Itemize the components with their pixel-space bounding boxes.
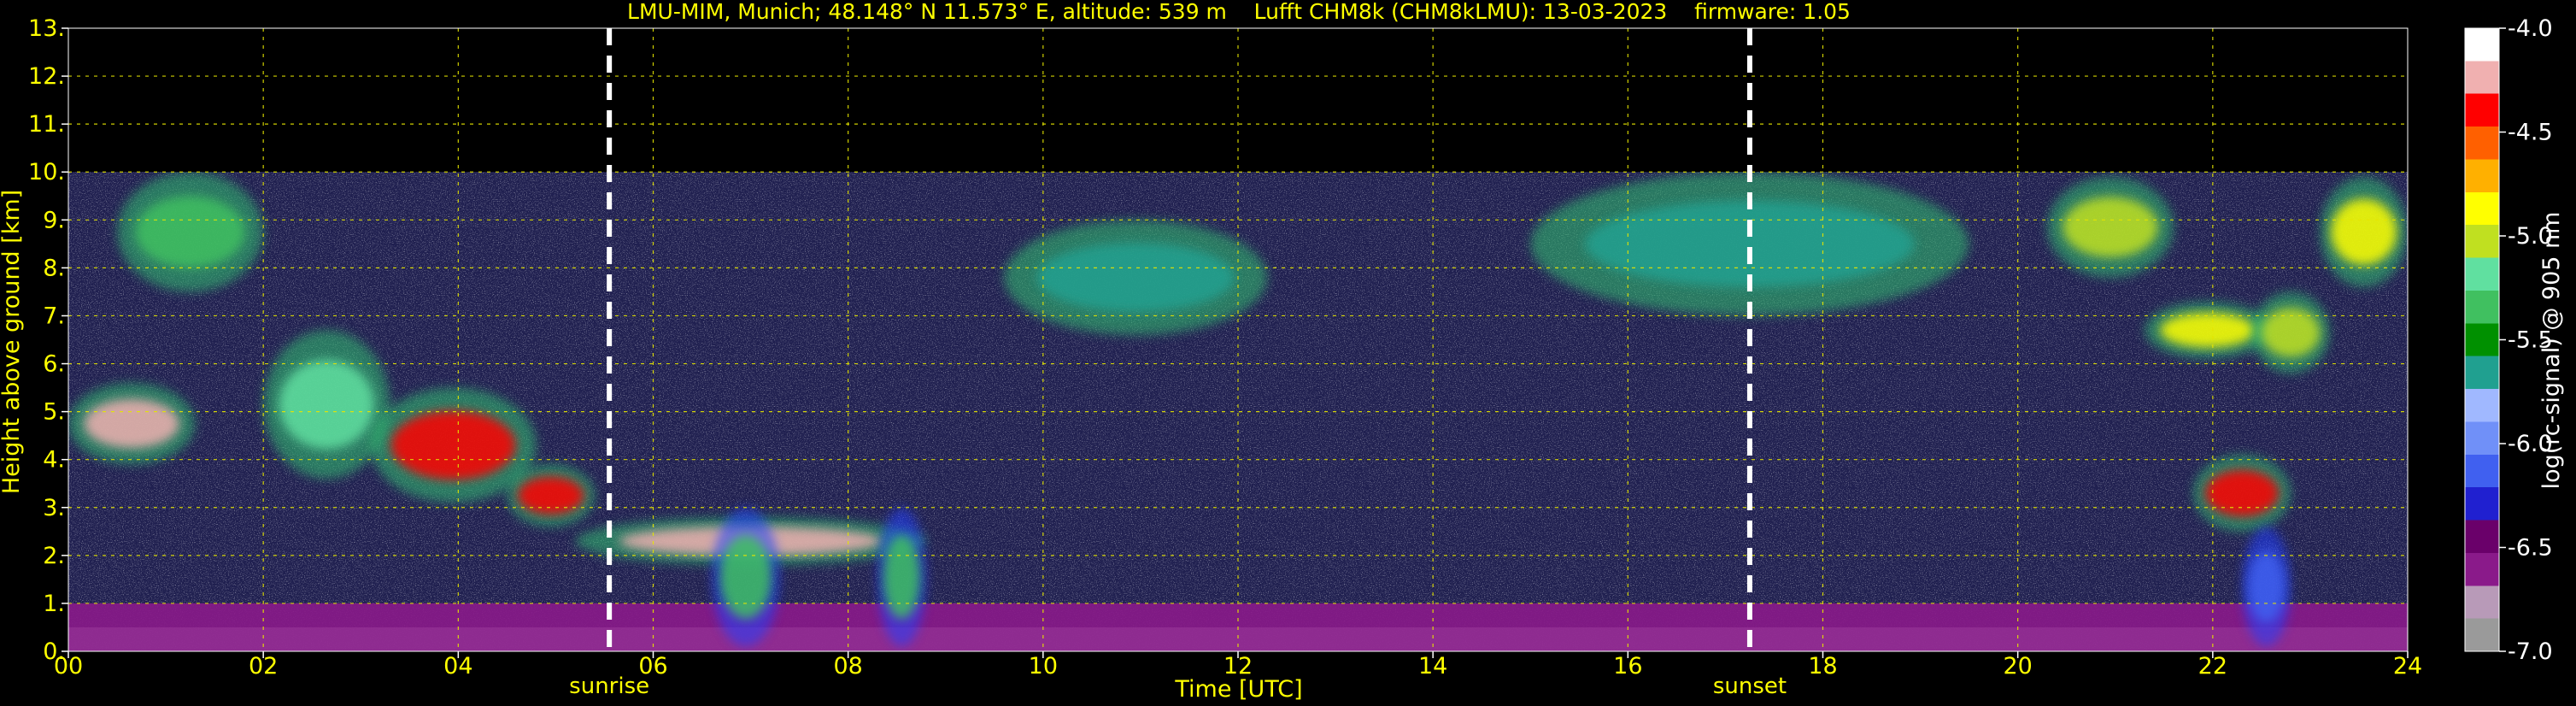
cloud-1 [84, 399, 179, 449]
y-tick-label: 11. [28, 111, 65, 138]
ceilometer-chart: LMU-MIM, Munich; 48.148° N 11.573° E, al… [0, 0, 2565, 703]
y-tick-label: 1. [43, 591, 65, 617]
chart-title: LMU-MIM, Munich; 48.148° N 11.573° E, al… [627, 0, 1851, 24]
y-axis-label: Height above ground [km] [0, 190, 25, 494]
colorbar-label: log(rc-signal) @ 905 nm [2538, 212, 2565, 490]
precipitation-6 [719, 535, 772, 619]
precipitation-16 [2248, 550, 2285, 623]
sunrise-label: sunrise [569, 674, 649, 699]
y-tick-label: 3. [43, 495, 65, 521]
cirrus-8 [135, 196, 245, 268]
cirrus-10 [1585, 200, 1915, 287]
y-tick-label: 7. [43, 303, 65, 329]
boundary-layer-core [68, 627, 2408, 651]
y-axis: 0. 1. 2. 3. 4. 5. 6. 7. 8. 9. 10. 11. 12. 13. [28, 15, 68, 665]
colorbar-tick-label: -6.5 [2508, 535, 2553, 562]
x-tick-label: 22 [2198, 653, 2227, 680]
colorbar-gradient [2464, 27, 2500, 652]
precipitation-7 [883, 535, 920, 619]
y-tick-label: 12. [28, 63, 65, 90]
x-tick-label: 08 [833, 653, 862, 680]
colorbar-tick-label: -7.0 [2508, 638, 2553, 665]
y-tick-label: 4. [43, 447, 65, 474]
x-tick-label: 02 [249, 653, 278, 680]
x-tick-label: 20 [2003, 653, 2032, 680]
x-axis-label: Time [UTC] [1174, 676, 1302, 703]
y-tick-label: 2. [43, 543, 65, 569]
x-tick-label: 24 [2393, 653, 2422, 680]
sunset-label: sunset [1713, 674, 1787, 699]
y-tick-label: 13. [28, 15, 65, 42]
x-tick-label: 14 [1418, 653, 1447, 680]
x-tick-label: 18 [1808, 653, 1837, 680]
colorbar-tick-label: -4.5 [2508, 120, 2553, 146]
y-tick-label: 0. [43, 638, 65, 665]
x-tick-label: 10 [1029, 653, 1058, 680]
cloud-2 [279, 360, 374, 450]
cloud-4 [518, 476, 584, 515]
y-tick-label: 5. [43, 399, 65, 426]
plot-area [67, 27, 2409, 652]
cirrus-14 [2331, 198, 2397, 266]
x-tick-label: 16 [1613, 653, 1642, 680]
cirrus-12 [2160, 313, 2256, 348]
cloud-15 [2205, 470, 2279, 516]
x-tick-label: 04 [443, 653, 472, 680]
cirrus-9 [1036, 243, 1235, 312]
colorbar-tick-label: -4.0 [2508, 15, 2553, 42]
y-tick-label: 8. [43, 255, 65, 281]
cirrus-11 [2063, 197, 2158, 258]
y-tick-label: 10. [28, 159, 65, 185]
y-tick-label: 9. [43, 207, 65, 233]
y-tick-label: 6. [43, 351, 65, 378]
cloud-3 [390, 410, 516, 480]
